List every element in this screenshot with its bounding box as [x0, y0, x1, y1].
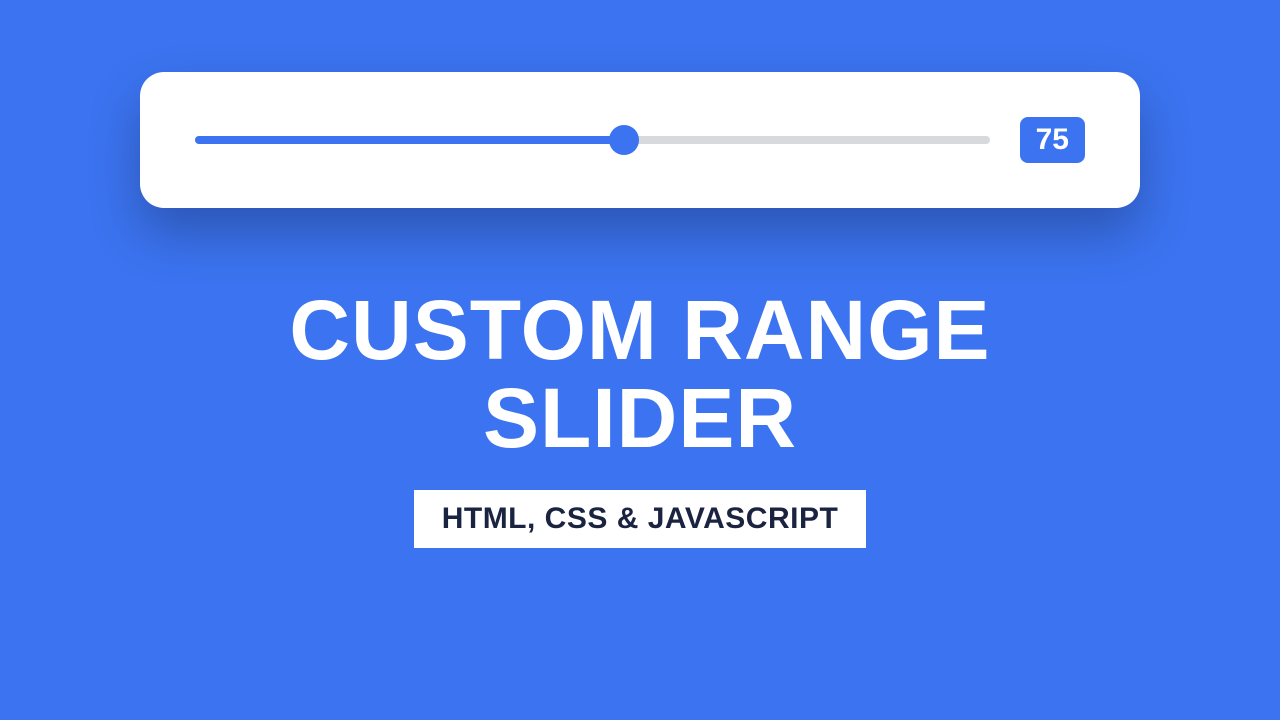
slider-value-badge: 75	[1020, 117, 1085, 163]
slider-thumb[interactable]	[609, 125, 639, 155]
subtitle: HTML, CSS & JAVASCRIPT	[442, 502, 839, 536]
range-slider[interactable]	[195, 136, 990, 144]
slider-card: 75	[140, 72, 1140, 208]
subtitle-box: HTML, CSS & JAVASCRIPT	[414, 490, 867, 548]
page-title: CUSTOM RANGE SLIDER	[289, 286, 990, 462]
slider-fill	[195, 136, 624, 144]
